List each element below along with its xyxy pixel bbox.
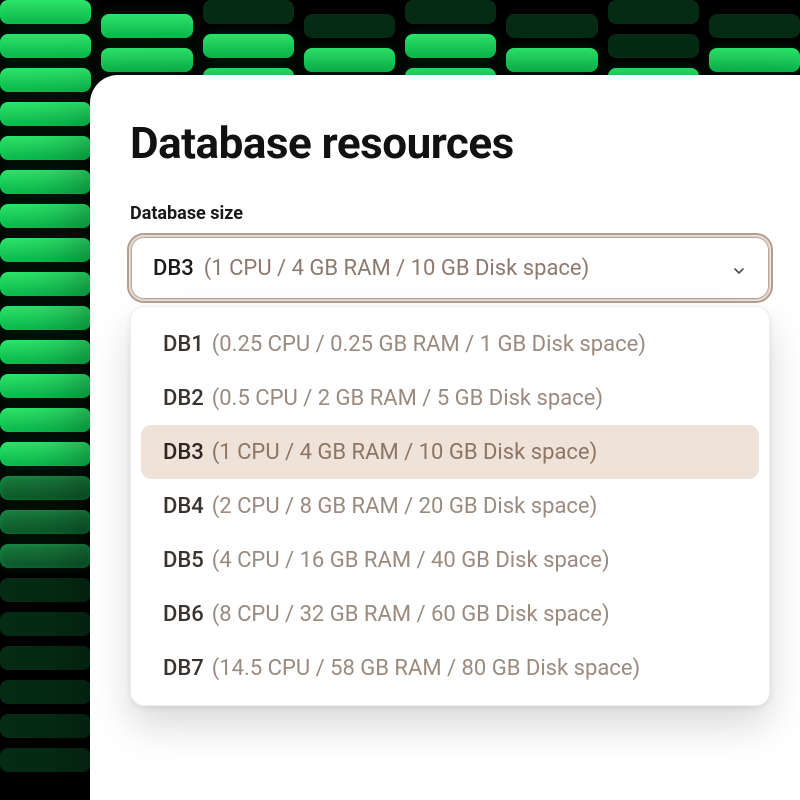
option-spec: (1 CPU / 4 GB RAM / 10 GB Disk space) xyxy=(212,440,597,465)
option-name: DB6 xyxy=(163,602,204,627)
database-size-select-wrap: DB3 (1 CPU / 4 GB RAM / 10 GB Disk space… xyxy=(130,236,770,300)
option-db7[interactable]: DB7 (14.5 CPU / 58 GB RAM / 80 GB Disk sp… xyxy=(141,641,759,695)
database-size-select[interactable]: DB3 (1 CPU / 4 GB RAM / 10 GB Disk space… xyxy=(130,236,770,300)
option-db4[interactable]: DB4 (2 CPU / 8 GB RAM / 20 GB Disk space) xyxy=(141,479,759,533)
option-spec: (8 CPU / 32 GB RAM / 60 GB Disk space) xyxy=(212,602,610,627)
option-db3[interactable]: DB3 (1 CPU / 4 GB RAM / 10 GB Disk space) xyxy=(141,425,759,479)
option-name: DB4 xyxy=(163,494,204,519)
selected-option-name: DB3 xyxy=(153,256,194,281)
option-db5[interactable]: DB5 (4 CPU / 16 GB RAM / 40 GB Disk space… xyxy=(141,533,759,587)
option-db2[interactable]: DB2 (0.5 CPU / 2 GB RAM / 5 GB Disk space… xyxy=(141,371,759,425)
option-db6[interactable]: DB6 (8 CPU / 32 GB RAM / 60 GB Disk space… xyxy=(141,587,759,641)
settings-card: Database resources Database size DB3 (1 … xyxy=(90,75,800,800)
option-db1[interactable]: DB1 (0.25 CPU / 0.25 GB RAM / 1 GB Disk s… xyxy=(141,317,759,371)
option-name: DB5 xyxy=(163,548,204,573)
selected-option-spec: (1 CPU / 4 GB RAM / 10 GB Disk space) xyxy=(204,256,589,281)
option-name: DB7 xyxy=(163,656,204,681)
chevron-down-icon xyxy=(731,260,747,276)
option-spec: (2 CPU / 8 GB RAM / 20 GB Disk space) xyxy=(212,494,597,519)
field-label-database-size: Database size xyxy=(130,203,800,224)
page-title: Database resources xyxy=(130,117,800,169)
option-name: DB2 xyxy=(163,386,204,411)
option-name: DB3 xyxy=(163,440,204,465)
option-spec: (0.25 CPU / 0.25 GB RAM / 1 GB Disk spac… xyxy=(212,332,646,357)
option-spec: (4 CPU / 16 GB RAM / 40 GB Disk space) xyxy=(212,548,610,573)
database-size-dropdown: DB1 (0.25 CPU / 0.25 GB RAM / 1 GB Disk s… xyxy=(130,306,770,706)
option-name: DB1 xyxy=(163,332,204,357)
option-spec: (0.5 CPU / 2 GB RAM / 5 GB Disk space) xyxy=(212,386,603,411)
option-spec: (14.5 CPU / 58 GB RAM / 80 GB Disk space… xyxy=(212,656,640,681)
